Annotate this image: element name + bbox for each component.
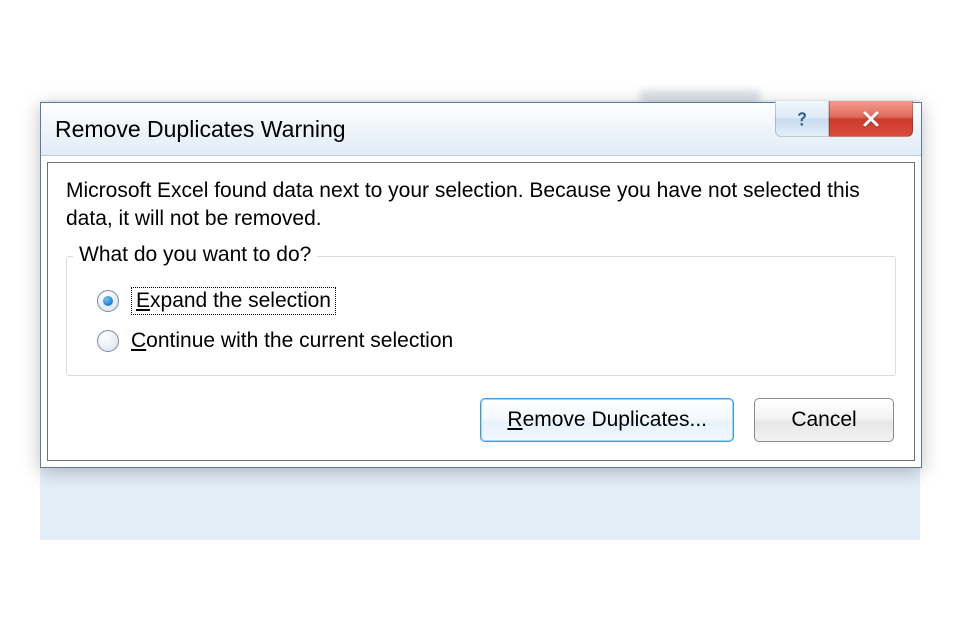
remove-duplicates-button[interactable]: Remove Duplicates...	[480, 398, 734, 442]
option-expand-selection[interactable]: Expand the selection	[97, 287, 877, 315]
radio-icon	[97, 290, 119, 312]
dialog-button-row: Remove Duplicates... Cancel	[66, 398, 896, 442]
warning-message: Microsoft Excel found data next to your …	[66, 177, 896, 234]
option-continue-current[interactable]: Continue with the current selection	[97, 329, 877, 353]
help-button[interactable]	[775, 101, 829, 137]
close-button[interactable]	[829, 101, 913, 137]
caption-buttons	[775, 101, 913, 137]
help-icon	[792, 109, 812, 129]
dialog-body: Microsoft Excel found data next to your …	[47, 162, 915, 461]
dialog-title: Remove Duplicates Warning	[55, 116, 346, 143]
option-continue-label: Continue with the current selection	[131, 329, 453, 353]
options-group: What do you want to do? Expand the selec…	[66, 256, 896, 376]
titlebar: Remove Duplicates Warning	[41, 103, 921, 156]
group-legend: What do you want to do?	[73, 243, 317, 267]
radio-icon	[97, 330, 119, 352]
remove-duplicates-warning-dialog: Remove Duplicates Warning Microsoft Exce…	[40, 102, 922, 468]
cancel-button[interactable]: Cancel	[754, 398, 894, 442]
option-expand-label: Expand the selection	[131, 287, 336, 315]
close-icon	[860, 108, 882, 130]
